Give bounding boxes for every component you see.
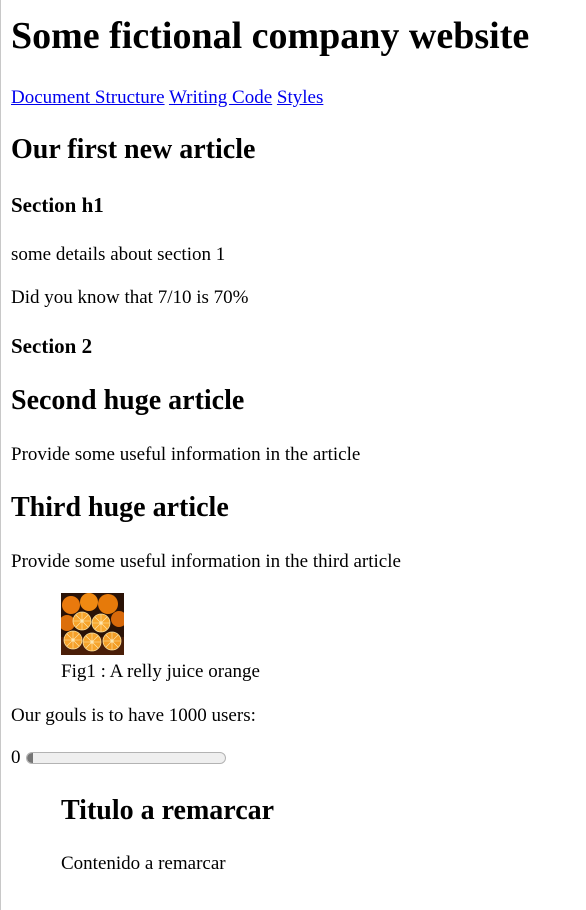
section1-fact: Did you know that 7/10 is 70%	[11, 287, 249, 308]
progress-fill	[27, 753, 33, 763]
aside-title: Titulo a remarcar	[61, 795, 275, 826]
section1-details: some details about section 1	[11, 244, 226, 265]
figure-caption: Fig1 : A relly juice orange	[61, 661, 260, 682]
users-progress-bar	[26, 752, 226, 764]
article3-title: Third huge article	[11, 492, 229, 523]
section2-title: Section 2	[11, 334, 93, 358]
nav-link-writing-code[interactable]: Writing Code	[169, 87, 272, 108]
article2-text: Provide some useful information in the a…	[11, 444, 361, 465]
nav-link-document-structure[interactable]: Document Structure	[11, 87, 165, 108]
article1-title: Our first new article	[11, 134, 256, 165]
page-left-border	[0, 0, 1, 910]
article2-title: Second huge article	[11, 385, 245, 416]
site-nav: Document Structure Writing Code Styles	[11, 86, 323, 110]
article3-text: Provide some useful information in the t…	[11, 551, 401, 572]
section1-title: Section h1	[11, 193, 104, 217]
aside-content: Contenido a remarcar	[61, 853, 226, 874]
progress-value-label: 0	[11, 747, 21, 768]
orange-image	[61, 593, 124, 655]
site-title: Some fictional company website	[11, 15, 530, 57]
goal-text: Our gouls is to have 1000 users:	[11, 705, 256, 726]
nav-link-styles[interactable]: Styles	[277, 87, 323, 108]
